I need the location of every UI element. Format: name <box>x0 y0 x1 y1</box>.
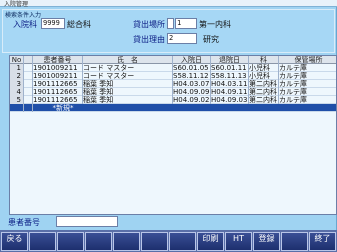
new-row-number <box>10 104 24 112</box>
admit-date-cell[interactable]: H04.09.02 <box>173 96 211 104</box>
location-label: 貸出場所 <box>133 20 165 29</box>
fkey-label: HT <box>233 234 244 243</box>
row-select-cell[interactable] <box>24 88 33 96</box>
fkey-12-exit-button[interactable]: 終了 <box>309 232 336 251</box>
records-grid: No 患者番号 氏 名 入院日 退院日 科 保管場所 1 1901009211 … <box>9 55 337 215</box>
col-header-no[interactable]: No <box>10 56 24 64</box>
col-header-dept[interactable]: 科 <box>249 56 279 64</box>
patient-number-label: 患者番号 <box>8 218 40 227</box>
discharge-date-cell[interactable]: H04.09.11 <box>211 88 249 96</box>
fkey-10-register-button[interactable]: 登録 <box>253 232 280 251</box>
fkey-label: 戻る <box>6 234 23 243</box>
name-cell[interactable]: 稲葉 季知 <box>83 80 173 88</box>
fkey-7-button[interactable] <box>169 232 196 251</box>
search-panel-title: 検索条件入力 <box>5 12 42 19</box>
main-window: 入院管理 検索条件入力 入院科 9999 総合科 貸出場所 1 第一内科 貸出理… <box>0 0 337 252</box>
patient-no-cell[interactable]: 1901112665 <box>33 96 83 104</box>
ward-label: 入院科 <box>13 20 37 29</box>
row-select-cell[interactable] <box>24 72 33 80</box>
col-header-admit-date[interactable]: 入院日 <box>173 56 211 64</box>
fkey-2-button[interactable] <box>29 232 56 251</box>
storage-cell[interactable]: カルテ庫 <box>279 88 336 96</box>
reason-label: 貸出理由 <box>133 35 165 44</box>
reason-name: 研究 <box>203 35 219 44</box>
row-select-cell[interactable] <box>24 80 33 88</box>
window-title: 入院管理 <box>4 1 29 8</box>
fkey-5-button[interactable] <box>113 232 140 251</box>
table-row[interactable]: 3 1901112665 稲葉 季知 H04.03.07 H04.03.11 第… <box>10 80 336 88</box>
ward-code-field[interactable]: 9999 <box>41 18 65 29</box>
table-row[interactable]: 2 1901009211 コード マスター S58.11.12 S58.11.1… <box>10 72 336 80</box>
dept-cell[interactable]: 第二内科 <box>249 88 279 96</box>
dept-cell[interactable]: 第二内科 <box>249 80 279 88</box>
fkey-11-button[interactable] <box>281 232 308 251</box>
discharge-date-cell[interactable]: H04.09.03 <box>211 96 249 104</box>
name-cell[interactable]: コード マスター <box>83 64 173 72</box>
fkey-3-button[interactable] <box>57 232 84 251</box>
reason-code-field[interactable]: 2 <box>167 33 197 44</box>
col-header-select[interactable] <box>24 56 33 64</box>
table-row[interactable]: 4 1901112665 稲葉 季知 H04.09.09 H04.09.11 第… <box>10 88 336 96</box>
name-cell[interactable]: コード マスター <box>83 72 173 80</box>
discharge-date-cell[interactable]: S60.01.11 <box>211 64 249 72</box>
patient-number-field[interactable] <box>56 216 118 227</box>
row-number: 2 <box>10 72 24 80</box>
location-code-small-field[interactable] <box>167 18 174 29</box>
discharge-date-cell[interactable]: H04.03.11 <box>211 80 249 88</box>
new-row[interactable]: *新規* <box>10 104 336 112</box>
dept-cell[interactable]: 第二内科 <box>249 96 279 104</box>
location-name: 第一内科 <box>199 20 231 29</box>
search-panel: 検索条件入力 入院科 9999 総合科 貸出場所 1 第一内科 貸出理由 2 研… <box>2 9 335 53</box>
row-number: 3 <box>10 80 24 88</box>
storage-cell[interactable]: カルテ庫 <box>279 64 336 72</box>
storage-cell[interactable]: カルテ庫 <box>279 96 336 104</box>
col-header-storage[interactable]: 保管場所 <box>279 56 336 64</box>
fkey-label: 印刷 <box>202 234 219 243</box>
table-row[interactable]: 5 1901112665 稲葉 季知 H04.09.02 H04.09.03 第… <box>10 96 336 104</box>
row-number: 5 <box>10 96 24 104</box>
patient-no-cell[interactable]: 1901009211 <box>33 72 83 80</box>
title-bar: 入院管理 <box>0 0 337 8</box>
row-number: 1 <box>10 64 24 72</box>
admit-date-cell[interactable]: H04.03.07 <box>173 80 211 88</box>
storage-cell[interactable]: カルテ庫 <box>279 72 336 80</box>
grid-header: No 患者番号 氏 名 入院日 退院日 科 保管場所 <box>10 56 336 64</box>
fkey-6-button[interactable] <box>141 232 168 251</box>
dept-cell[interactable]: 小児科 <box>249 64 279 72</box>
storage-cell[interactable]: カルテ庫 <box>279 80 336 88</box>
admit-date-cell[interactable]: S58.11.12 <box>173 72 211 80</box>
row-select-cell[interactable] <box>24 96 33 104</box>
fkey-4-button[interactable] <box>85 232 112 251</box>
discharge-date-cell[interactable]: S58.11.13 <box>211 72 249 80</box>
table-row[interactable]: 1 1901009211 コード マスター S60.01.05 S60.01.1… <box>10 64 336 72</box>
name-cell[interactable]: 稲葉 季知 <box>83 88 173 96</box>
dept-cell[interactable]: 小児科 <box>249 72 279 80</box>
fkey-9-ht-button[interactable]: HT <box>225 232 252 251</box>
name-cell[interactable]: 稲葉 季知 <box>83 96 173 104</box>
col-header-name[interactable]: 氏 名 <box>83 56 173 64</box>
admit-date-cell[interactable]: S60.01.05 <box>173 64 211 72</box>
row-number: 4 <box>10 88 24 96</box>
fkey-label: 終了 <box>314 234 331 243</box>
fkey-label: 登録 <box>258 234 275 243</box>
admit-date-cell[interactable]: H04.09.09 <box>173 88 211 96</box>
function-key-bar: 戻る 印刷 HT 登録 終了 <box>0 230 337 252</box>
location-code-field[interactable]: 1 <box>175 18 197 29</box>
ward-name: 総合科 <box>67 20 91 29</box>
row-select-cell[interactable] <box>24 64 33 72</box>
fkey-8-print-button[interactable]: 印刷 <box>197 232 224 251</box>
col-header-patient-no[interactable]: 患者番号 <box>33 56 83 64</box>
patient-no-cell[interactable]: 1901009211 <box>33 64 83 72</box>
col-header-discharge-date[interactable]: 退院日 <box>211 56 249 64</box>
new-row-select-cell[interactable] <box>24 104 33 112</box>
patient-no-cell[interactable]: 1901112665 <box>33 88 83 96</box>
patient-no-cell[interactable]: 1901112665 <box>33 80 83 88</box>
fkey-1-back-button[interactable]: 戻る <box>1 232 28 251</box>
new-row-label[interactable]: *新規* <box>33 104 93 112</box>
